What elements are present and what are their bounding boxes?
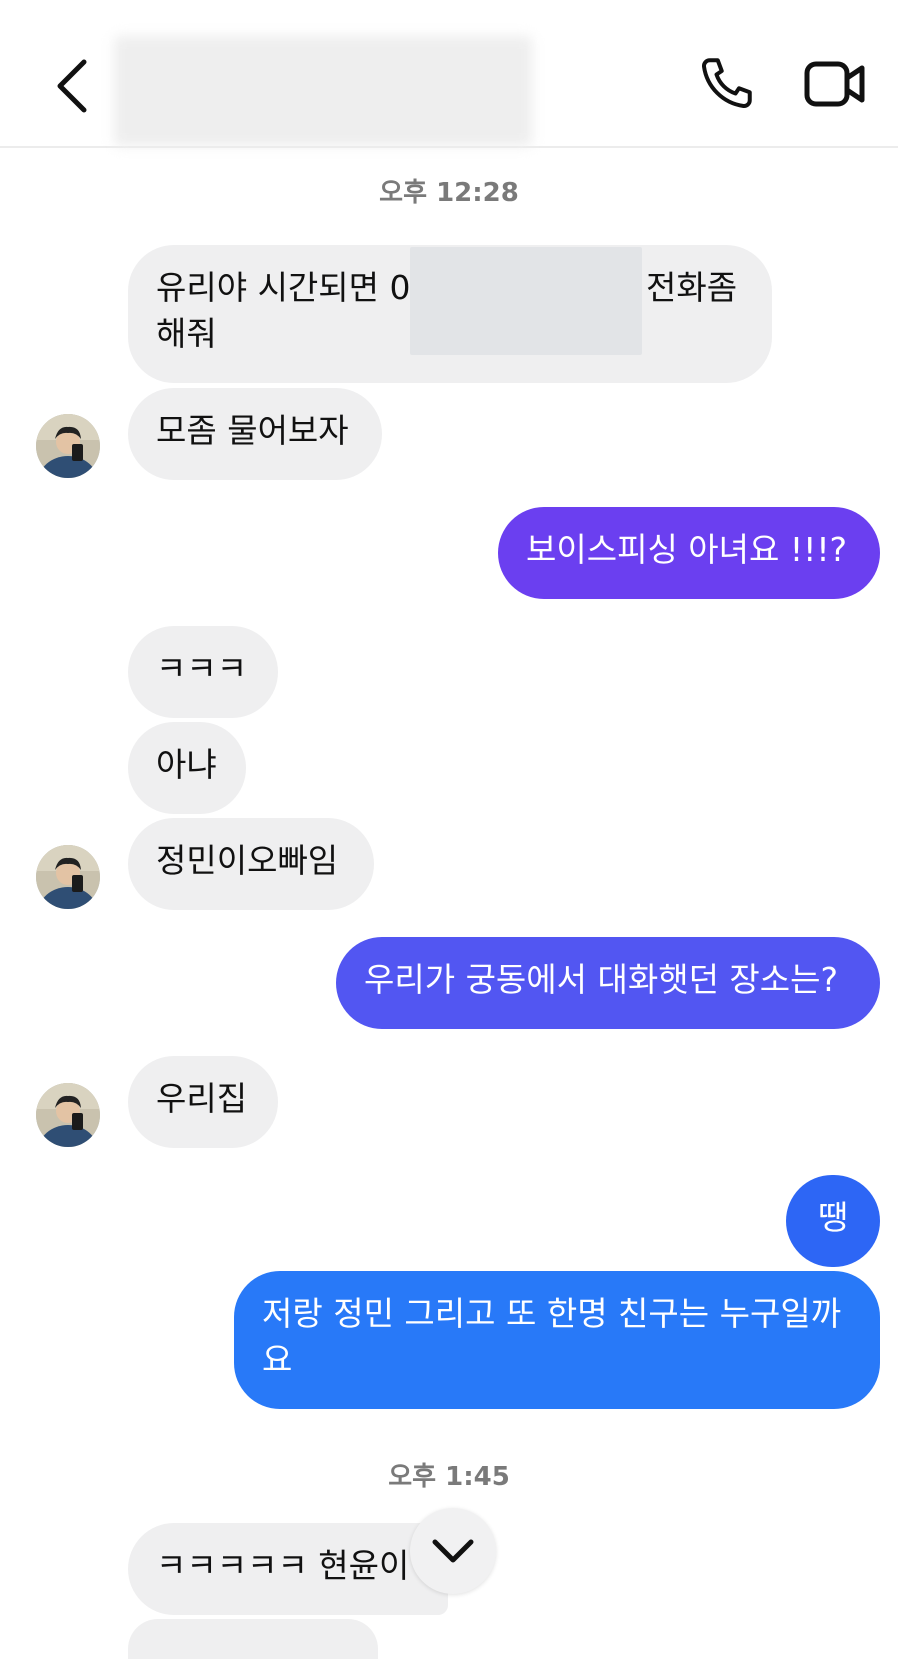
phone-icon: [702, 58, 752, 108]
video-call-button[interactable]: [804, 58, 866, 110]
chevron-down-icon: [432, 1539, 474, 1563]
message-bubble-outgoing[interactable]: 땡: [786, 1175, 880, 1267]
avatar[interactable]: [36, 414, 100, 478]
message-bubble-incoming[interactable]: 우리집: [128, 1056, 278, 1148]
voice-call-button[interactable]: [696, 54, 756, 114]
chevron-left-icon: [57, 59, 87, 113]
timestamp: 오후 1:45: [388, 1462, 510, 1492]
avatar-photo-icon: [36, 845, 100, 909]
avatar-photo-icon: [36, 414, 100, 478]
avatar[interactable]: [36, 1083, 100, 1147]
timestamp: 오후 12:28: [379, 178, 519, 208]
message-text: ㅋㅋㅋ: [156, 649, 248, 688]
redacted-region: [410, 247, 642, 355]
message-text: ㅋㅋㅋㅋㅋ 현윤이: [156, 1546, 410, 1585]
message-text: 보이스피싱 아녀요 !!!?: [526, 530, 848, 569]
message-text: 유리야 시간되면 0: [156, 268, 411, 307]
chat-header: [0, 0, 898, 148]
message-text: 땡: [817, 1198, 849, 1237]
avatar[interactable]: [36, 845, 100, 909]
message-bubble-incoming[interactable]: ㅋㅋㅋㅋㅋ 현윤이: [128, 1523, 448, 1615]
message-text: 우리집: [156, 1079, 248, 1118]
message-text: 모좀 물어보자: [156, 411, 349, 450]
message-text: 저랑 정민 그리고 또 한명 친구는 누구일까: [262, 1294, 842, 1333]
message-bubble-outgoing[interactable]: 저랑 정민 그리고 또 한명 친구는 누구일까 요: [234, 1271, 880, 1409]
message-bubble-incoming[interactable]: 정민이오빠임: [128, 818, 374, 910]
message-text: 요: [262, 1340, 293, 1379]
message-bubble-incoming[interactable]: 아냐: [128, 722, 246, 814]
scroll-to-bottom-button[interactable]: [410, 1508, 496, 1594]
message-text: 우리가 궁동에서 대화햇던 장소는?: [364, 960, 839, 999]
message-bubble-incoming-partial[interactable]: [128, 1619, 378, 1659]
video-camera-icon: [804, 61, 865, 107]
back-button[interactable]: [52, 56, 96, 116]
message-bubble-incoming[interactable]: ㅋㅋㅋ: [128, 626, 278, 718]
message-bubble-incoming[interactable]: 모좀 물어보자: [128, 388, 382, 480]
message-text: 전화좀: [646, 268, 738, 307]
message-bubble-outgoing[interactable]: 보이스피싱 아녀요 !!!?: [498, 507, 880, 599]
message-bubble-outgoing[interactable]: 우리가 궁동에서 대화햇던 장소는?: [336, 937, 880, 1029]
contact-name-redacted: [114, 36, 532, 146]
message-text: 아냐: [156, 745, 217, 784]
message-text: 정민이오빠임: [156, 841, 339, 880]
avatar-photo-icon: [36, 1083, 100, 1147]
